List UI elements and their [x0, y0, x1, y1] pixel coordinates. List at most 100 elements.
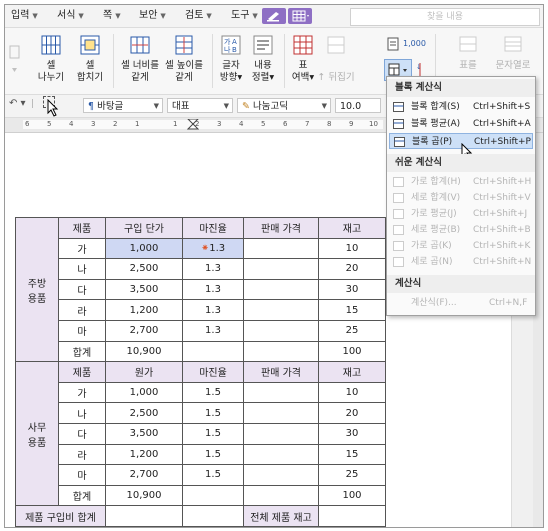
header-stock[interactable]: 재고	[318, 361, 386, 383]
table-cell[interactable]	[243, 258, 319, 280]
menu-tools[interactable]: 도구 ▼	[231, 9, 258, 23]
table-cell[interactable]	[243, 402, 319, 424]
table-margin-button[interactable]: 표 여백▾	[285, 34, 321, 84]
table-cell[interactable]: 2,700	[105, 319, 183, 342]
table-cell[interactable]: 10,900	[105, 484, 183, 507]
stock-total-label[interactable]: 전체 제품 재고	[243, 505, 319, 527]
table-cell[interactable]	[182, 340, 244, 363]
table-cell-cursor[interactable]: ⁕1.3	[182, 237, 244, 260]
flip-button[interactable]: ↑ 뒤집기	[317, 34, 355, 84]
table-cell[interactable]	[243, 443, 319, 466]
table-cell[interactable]	[182, 484, 244, 507]
table-cell[interactable]: 10,900	[105, 340, 183, 363]
table-cell[interactable]: 30	[318, 422, 386, 445]
header-sale-price[interactable]: 판매 가격	[243, 217, 319, 239]
table-cell[interactable]: 마	[58, 464, 106, 486]
stock-total-value[interactable]	[318, 505, 386, 527]
header-sale-price[interactable]: 판매 가격	[243, 361, 319, 383]
table-cell[interactable]: 25	[318, 464, 386, 486]
table-cell[interactable]: 1,200	[105, 299, 183, 321]
table-cell[interactable]: 20	[318, 258, 386, 280]
table-cell[interactable]: 라	[58, 299, 106, 321]
table-cell[interactable]: 나	[58, 402, 106, 424]
table-cell[interactable]: 3,500	[105, 278, 183, 301]
ribbon-left-arrow-icon[interactable]	[8, 40, 22, 80]
menu-review[interactable]: 검토 ▼	[185, 9, 212, 23]
table-cell[interactable]: 1.5	[182, 402, 244, 424]
table-cell[interactable]: 1,200	[105, 443, 183, 466]
table-cell[interactable]: 1.5	[182, 443, 244, 466]
menu-format[interactable]: 서식 ▼	[57, 9, 84, 23]
style-select[interactable]: ¶ 바탕글 ▼	[83, 98, 163, 113]
table-cell[interactable]: 라	[58, 443, 106, 466]
table-cell[interactable]: 나	[58, 258, 106, 280]
table-cell[interactable]: 30	[318, 278, 386, 301]
table-cell[interactable]: 1.3	[182, 299, 244, 321]
equal-width-button[interactable]: 셀 너비를 같게	[115, 34, 165, 84]
table-cell[interactable]	[243, 422, 319, 445]
table-layout-tab[interactable]	[288, 8, 312, 24]
header-margin[interactable]: 마진율	[182, 361, 244, 383]
header-product[interactable]: 제품	[58, 217, 106, 239]
text-to-table-button[interactable]: 문자열로	[491, 34, 535, 72]
header-cost[interactable]: 원가	[105, 361, 183, 383]
table-cell[interactable]: 10	[318, 237, 386, 260]
menu-item-col-product[interactable]: 세로 곱(N) Ctrl+Shift+N	[389, 254, 533, 270]
table-cell[interactable]	[243, 319, 319, 342]
table-cell[interactable]: 합계	[58, 484, 106, 507]
table-cell[interactable]: 가	[58, 381, 106, 404]
table-cell[interactable]: 다	[58, 422, 106, 445]
header-product[interactable]: 제품	[58, 361, 106, 383]
table-cell[interactable]: 1.3	[182, 319, 244, 342]
cell-merge-button[interactable]: 셀 합치기	[69, 34, 111, 84]
menu-insert[interactable]: 입력 ▼	[11, 9, 38, 23]
table-cell[interactable]	[243, 237, 319, 260]
table-design-tab[interactable]	[262, 8, 286, 24]
category-office[interactable]: 사무 용품	[15, 361, 59, 507]
menu-item-row-average[interactable]: 가로 평균(J) Ctrl+Shift+J	[389, 206, 533, 222]
search-input[interactable]: 찾을 내용	[350, 8, 540, 26]
table-cell[interactable]: 1.3	[182, 278, 244, 301]
table-cell[interactable]: 1,000	[105, 237, 183, 260]
table-cell[interactable]: 1.3	[182, 258, 244, 280]
table-cell[interactable]	[243, 278, 319, 301]
table-cell[interactable]: 1.5	[182, 422, 244, 445]
undo-icon[interactable]: ↶ ▾	[9, 98, 26, 109]
table-cell[interactable]: 1.5	[182, 464, 244, 486]
table-cell[interactable]: 2,500	[105, 402, 183, 424]
table-cell[interactable]: 100	[318, 484, 386, 507]
table-cell[interactable]: 2,700	[105, 464, 183, 486]
purchase-total-label[interactable]: 제품 구입비 합계	[15, 505, 106, 527]
indent-marker-icon[interactable]	[187, 119, 199, 130]
purchase-total-value[interactable]	[105, 505, 183, 527]
table-cell[interactable]	[243, 484, 319, 507]
table-cell[interactable]: 25	[318, 319, 386, 342]
table-cell[interactable]: 가	[58, 237, 106, 260]
header-unit-price[interactable]: 구입 단가	[105, 217, 183, 239]
table-cell[interactable]: 3,500	[105, 422, 183, 445]
header-margin[interactable]: 마진율	[182, 217, 244, 239]
table-cell[interactable]	[243, 464, 319, 486]
menu-page[interactable]: 쪽 ▼	[103, 9, 121, 23]
formula-dropdown-icon[interactable]: 1,000	[387, 36, 429, 58]
table-cell[interactable]: 마	[58, 319, 106, 342]
font-name-select[interactable]: ✎ 나눔고딕 ▼	[237, 98, 331, 113]
menu-item-block-average[interactable]: 블록 평균(A) Ctrl+Shift+A	[389, 116, 533, 132]
table-cell[interactable]: 10	[318, 381, 386, 404]
table-cell[interactable]: 1.5	[182, 381, 244, 404]
table-cell[interactable]	[243, 340, 319, 363]
table-cell[interactable]: 15	[318, 299, 386, 321]
table-cell[interactable]	[182, 505, 244, 527]
menu-item-block-sum[interactable]: 블록 합계(S) Ctrl+Shift+S	[389, 99, 533, 115]
table-cell[interactable]: 15	[318, 443, 386, 466]
menu-item-col-sum[interactable]: 세로 합계(V) Ctrl+Shift+V	[389, 190, 533, 206]
equal-height-button[interactable]: 셀 높이를 같게	[159, 34, 209, 84]
table-cell[interactable]	[243, 381, 319, 404]
menu-item-row-sum[interactable]: 가로 합계(H) Ctrl+Shift+H	[389, 174, 533, 190]
table-cell[interactable]: 다	[58, 278, 106, 301]
table-cell[interactable]: 1,000	[105, 381, 183, 404]
category-kitchen[interactable]: 주방 용품	[15, 216, 59, 363]
content-align-button[interactable]: 내용 정렬▾	[245, 34, 281, 84]
table-cell[interactable]: 2,500	[105, 258, 183, 280]
table-cell[interactable]	[243, 299, 319, 321]
